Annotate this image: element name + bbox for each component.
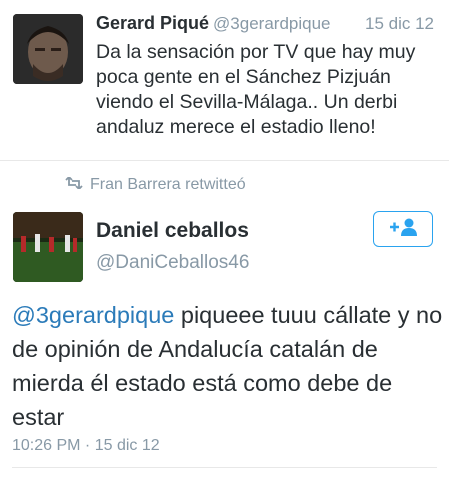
- author-handle[interactable]: @3gerardpique: [213, 14, 330, 33]
- mention-link[interactable]: @3gerardpique: [12, 302, 174, 328]
- tweet-header: Gerard Piqué @3gerardpique: [96, 13, 331, 34]
- author-name[interactable]: Daniel ceballos: [96, 219, 249, 243]
- retweet-label[interactable]: Fran Barrera retwitteó: [90, 176, 246, 193]
- follow-user-icon: [388, 217, 418, 242]
- divider: [12, 467, 437, 468]
- author-name[interactable]: Gerard Piqué: [96, 13, 209, 33]
- follow-button[interactable]: [373, 211, 433, 247]
- avatar-daniel-ceballos[interactable]: [13, 212, 83, 282]
- retweet-context: Fran Barrera retwitteó: [64, 175, 246, 194]
- tweet-text: @3gerardpique piqueee tuuu cállate y no …: [12, 298, 444, 434]
- tweet-original: Gerard Piqué @3gerardpique 15 dic 12 Da l…: [0, 0, 449, 161]
- author-handle[interactable]: @DaniCeballos46: [96, 252, 249, 274]
- avatar-gerard-pique[interactable]: [13, 14, 83, 84]
- retweet-icon: [64, 175, 84, 194]
- tweet-text: Da la sensación por TV que hay muy poca …: [96, 41, 416, 138]
- tweet-date[interactable]: 15 dic 12: [365, 14, 434, 34]
- tweet-timestamp[interactable]: 10:26 PM · 15 dic 12: [12, 437, 160, 455]
